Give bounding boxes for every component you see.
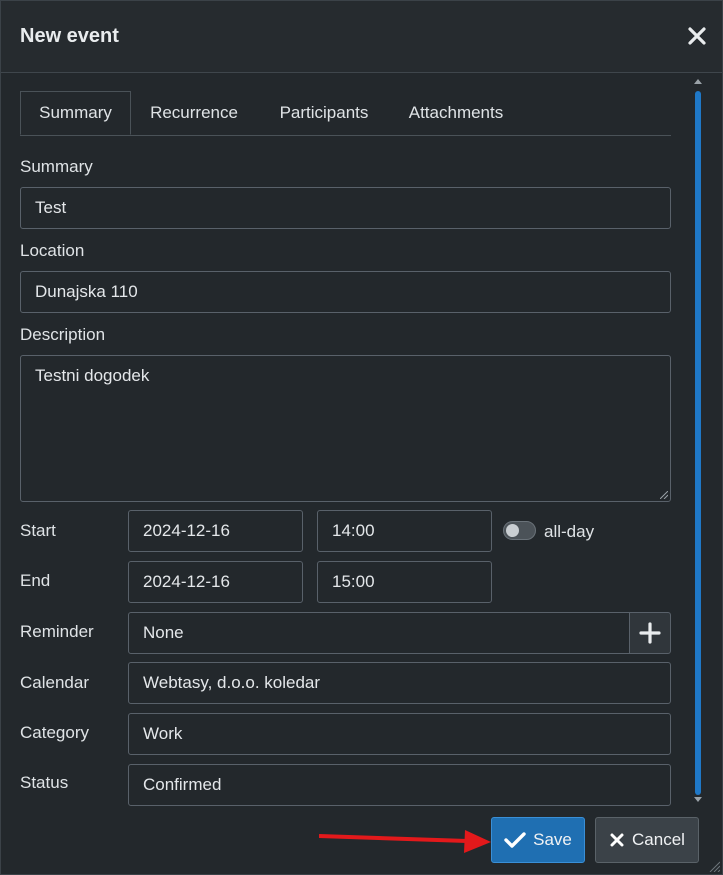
dialog-title: New event [20, 25, 119, 47]
calendar-label: Calendar [20, 673, 89, 692]
description-textarea[interactable]: Testni dogodek [20, 355, 671, 502]
cancel-button[interactable]: Cancel [595, 817, 699, 863]
content-scrollbar[interactable] [690, 73, 706, 808]
tab-recurrence[interactable]: Recurrence [138, 91, 250, 135]
start-date-input[interactable]: 2024-12-16 [128, 510, 303, 552]
category-select[interactable]: Work [128, 713, 671, 755]
tab-bar: Summary Recurrence Participants Attachme… [20, 91, 671, 136]
toggle-knob [506, 524, 519, 537]
location-input[interactable]: Dunajska 110 [20, 271, 671, 313]
dialog-resize-grip-icon[interactable] [708, 860, 720, 872]
save-button-label: Save [533, 830, 572, 849]
dialog-titlebar: New event [1, 1, 722, 73]
scroll-up-icon[interactable] [694, 79, 702, 84]
tab-summary[interactable]: Summary [20, 91, 131, 135]
allday-label: all-day [544, 522, 595, 541]
end-time-input[interactable]: 15:00 [317, 561, 492, 603]
annotation-arrow-icon [319, 830, 491, 853]
dialog-content: Summary Recurrence Participants Attachme… [1, 73, 689, 808]
end-label: End [20, 571, 51, 590]
reminder-label: Reminder [20, 622, 94, 641]
close-icon[interactable] [684, 23, 710, 49]
reminder-select[interactable]: None [128, 612, 630, 654]
summary-input[interactable]: Test [20, 187, 671, 229]
start-time-input[interactable]: 14:00 [317, 510, 492, 552]
scroll-thumb[interactable] [695, 91, 701, 795]
summary-label: Summary [20, 157, 93, 176]
end-date-input[interactable]: 2024-12-16 [128, 561, 303, 603]
calendar-select[interactable]: Webtasy, d.o.o. koledar [128, 662, 671, 704]
location-label: Location [20, 241, 85, 260]
save-button[interactable]: Save [491, 817, 585, 863]
new-event-dialog: New event Summary Recurrence Participant… [0, 0, 723, 875]
check-icon [504, 832, 526, 848]
status-select[interactable]: Confirmed [128, 764, 671, 806]
x-icon [610, 833, 624, 847]
scroll-down-icon[interactable] [694, 797, 702, 802]
plus-icon [639, 622, 661, 644]
description-label: Description [20, 325, 106, 344]
description-text: Testni dogodek [35, 366, 150, 385]
status-label: Status [20, 773, 69, 792]
start-label: Start [20, 521, 56, 540]
resize-handle-icon[interactable] [660, 491, 668, 499]
add-reminder-button[interactable] [629, 612, 671, 654]
tab-participants[interactable]: Participants [263, 91, 385, 135]
cancel-button-label: Cancel [632, 830, 685, 849]
allday-toggle[interactable] [503, 521, 536, 540]
tab-attachments[interactable]: Attachments [397, 91, 515, 135]
category-label: Category [20, 723, 89, 742]
